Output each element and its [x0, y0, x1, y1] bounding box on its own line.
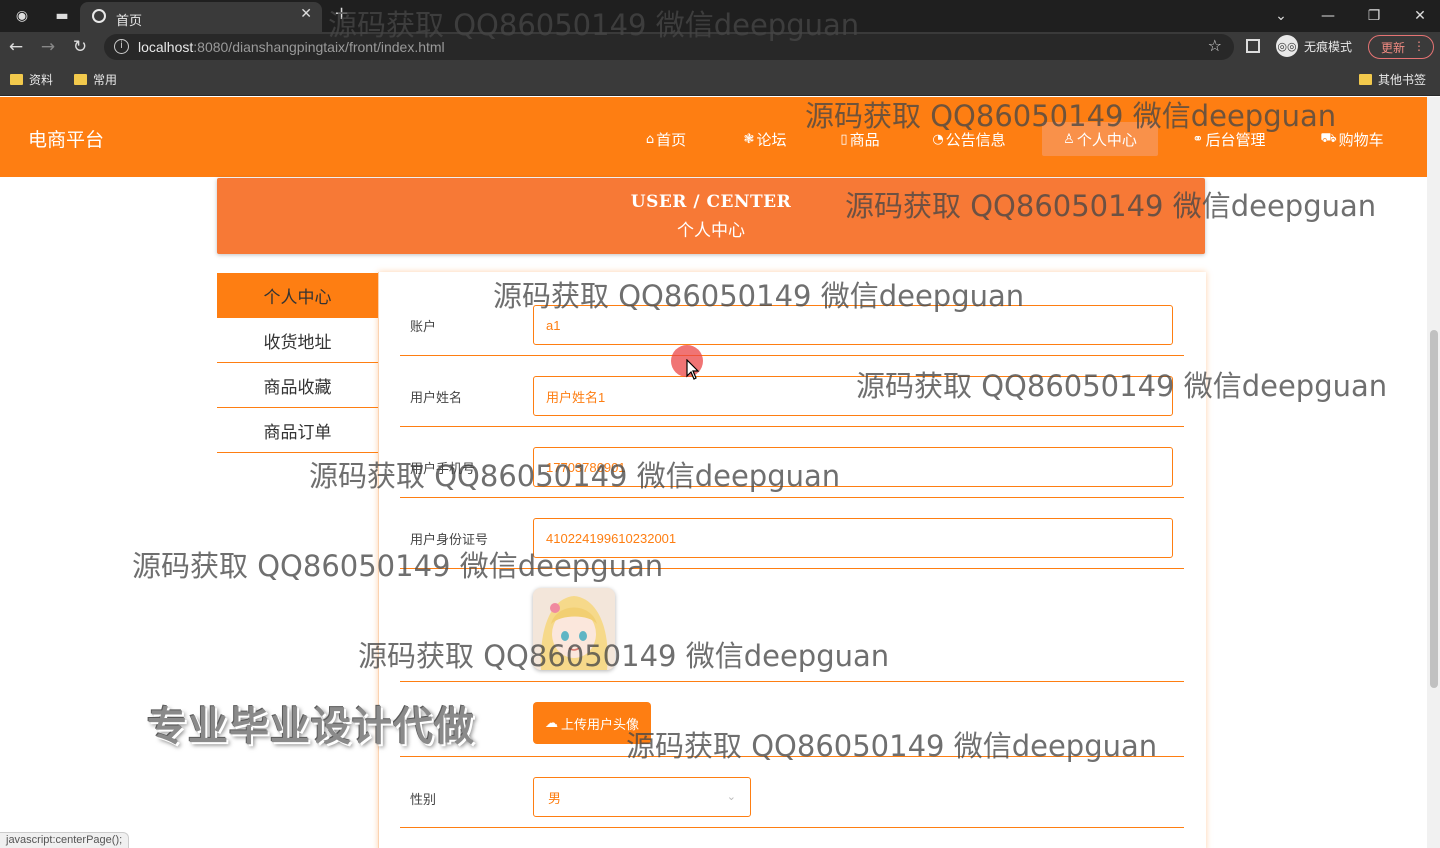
update-button[interactable]: 更新 ⋮ [1368, 35, 1434, 59]
nav-cart[interactable]: ⛟ 购物车 [1318, 122, 1386, 156]
bookmark-label: 其他书签 [1378, 73, 1427, 87]
incognito-indicator[interactable]: ◎◎ 无痕模式 [1276, 35, 1352, 57]
upload-label: 上传用户头像 [560, 717, 639, 733]
site-header: 电商平台 ⌂ 首页 ❃ 论坛 ▯ 商品 ◔ 公告信息 ♙ 个人中心 ⚭ 后台管理 ⛟ 购物车 [0, 97, 1427, 177]
row-divider [400, 756, 1184, 757]
update-label: 更新 [1381, 40, 1406, 55]
nav-label: 后台管理 [1205, 130, 1266, 149]
sidebar-item-favorites[interactable]: 商品收藏 [217, 363, 378, 408]
sidebar-item-user-center[interactable]: 个人中心 [217, 273, 378, 318]
profile-form-card [378, 272, 1206, 848]
gender-select[interactable]: 男 ⌄ [533, 777, 751, 817]
account-field[interactable]: a1 [533, 305, 1173, 345]
more-menu-icon[interactable]: ⋮ [1413, 39, 1425, 53]
bookmark-label: 常用 [93, 73, 118, 87]
nav-user-center[interactable]: ♙ 个人中心 [1042, 122, 1158, 156]
scrollbar-thumb[interactable] [1430, 330, 1438, 688]
banner-title-zh: 个人中心 [677, 221, 745, 241]
nav-label: 论坛 [756, 130, 787, 149]
sidebar-item-address[interactable]: 收货地址 [217, 318, 378, 363]
notice-icon: ◔ [932, 131, 944, 147]
phone-label: 用户手机号 [410, 462, 476, 477]
minimize-icon[interactable]: — [1305, 0, 1351, 32]
banner-title-en: USER / CENTER [630, 192, 792, 212]
window-close-icon[interactable]: ✕ [1397, 0, 1440, 32]
name-field[interactable]: 用户姓名1 [533, 376, 1173, 416]
name-label: 用户姓名 [410, 391, 463, 406]
phone-field[interactable]: 17703786901 [533, 447, 1173, 487]
user-icon: ♙ [1063, 131, 1075, 147]
status-bar: javascript:centerPage(); [0, 832, 130, 848]
bookmark-folder-ziliao[interactable]: 资料 [10, 71, 53, 88]
row-divider [400, 497, 1184, 498]
nav-label: 购物车 [1338, 130, 1384, 149]
mouse-cursor-icon [686, 359, 700, 380]
browser-tabbar: ◉ ▬ 首页 ✕ + ⌄ — ❐ ✕ [0, 0, 1440, 32]
tab-list-chevron-icon[interactable]: ⌄ [1258, 0, 1304, 32]
chevron-down-icon: ⌄ [726, 790, 736, 803]
incognito-label: 无痕模式 [1304, 39, 1353, 54]
close-tab-icon[interactable]: ✕ [300, 6, 312, 22]
nav-label: 商品 [849, 130, 880, 149]
nav-goods[interactable]: ▯ 商品 [834, 122, 886, 156]
cart-icon: ⛟ [1320, 130, 1337, 146]
account-label: 账户 [410, 320, 437, 335]
nav-label: 首页 [656, 130, 687, 149]
cloud-upload-icon: ☁ [544, 715, 558, 731]
idcard-label: 用户身份证号 [410, 533, 489, 548]
url-text: localhost:8080/dianshangpingtaix/front/i… [138, 39, 445, 55]
folder-icon [10, 74, 23, 85]
new-tab-icon[interactable]: + [334, 3, 349, 24]
brand-title[interactable]: 电商平台 [28, 125, 104, 152]
row-divider [400, 827, 1184, 828]
nav-admin[interactable]: ⚭ 后台管理 [1186, 122, 1272, 156]
gender-label: 性别 [410, 793, 437, 808]
gender-value: 男 [548, 791, 562, 807]
url-field[interactable]: i localhost:8080/dianshangpingtaix/front… [104, 34, 1234, 60]
sidebar-item-orders[interactable]: 商品订单 [217, 408, 378, 453]
nav-label: 个人中心 [1076, 130, 1137, 149]
address-bar-row: ← → ↻ i localhost:8080/dianshangpingtaix… [0, 32, 1440, 62]
folder-icon [74, 74, 87, 85]
globe-icon [92, 9, 106, 23]
row-divider [400, 426, 1184, 427]
forum-icon: ❃ [743, 131, 755, 147]
row-divider [400, 568, 1184, 569]
page-banner: USER / CENTER 个人中心 [217, 178, 1205, 254]
row-divider [400, 355, 1184, 356]
site-info-icon[interactable]: i [114, 39, 129, 54]
reload-icon[interactable]: ↻ [68, 35, 92, 59]
incognito-icon: ◎◎ [1276, 35, 1298, 57]
link-icon: ⚭ [1192, 131, 1204, 147]
nav-home[interactable]: ⌂ 首页 [640, 122, 692, 156]
tab-title: 首页 [116, 14, 143, 29]
browser-profile-icon[interactable]: ◉ [10, 4, 34, 28]
browser-tab[interactable]: 首页 ✕ [80, 2, 322, 32]
bookmark-label: 资料 [29, 73, 54, 87]
tab-search-icon[interactable]: ▬ [50, 4, 74, 28]
row-divider [400, 681, 1184, 682]
bookmarks-bar: 资料 常用 其他书签 [0, 62, 1440, 96]
upload-avatar-button[interactable]: ☁ 上传用户头像 [533, 702, 651, 744]
folder-icon [1359, 74, 1372, 85]
nav-forum[interactable]: ❃ 论坛 [739, 122, 791, 156]
bookmark-star-icon[interactable]: ☆ [1208, 36, 1222, 55]
nav-notice[interactable]: ◔ 公告信息 [926, 122, 1012, 156]
home-icon: ⌂ [645, 131, 655, 147]
other-bookmarks[interactable]: 其他书签 [1359, 71, 1426, 88]
nav-label: 公告信息 [945, 130, 1006, 149]
side-panel-icon[interactable] [1246, 39, 1260, 53]
restore-icon[interactable]: ❐ [1351, 0, 1397, 32]
goods-icon: ▯ [840, 131, 848, 147]
bookmark-folder-changyong[interactable]: 常用 [74, 71, 117, 88]
back-icon[interactable]: ← [4, 35, 28, 59]
promo-watermark: 专业毕业设计代做 [147, 704, 475, 750]
idcard-field[interactable]: 410224199610232001 [533, 518, 1173, 558]
forward-icon[interactable]: → [36, 35, 60, 59]
user-avatar [533, 588, 615, 670]
